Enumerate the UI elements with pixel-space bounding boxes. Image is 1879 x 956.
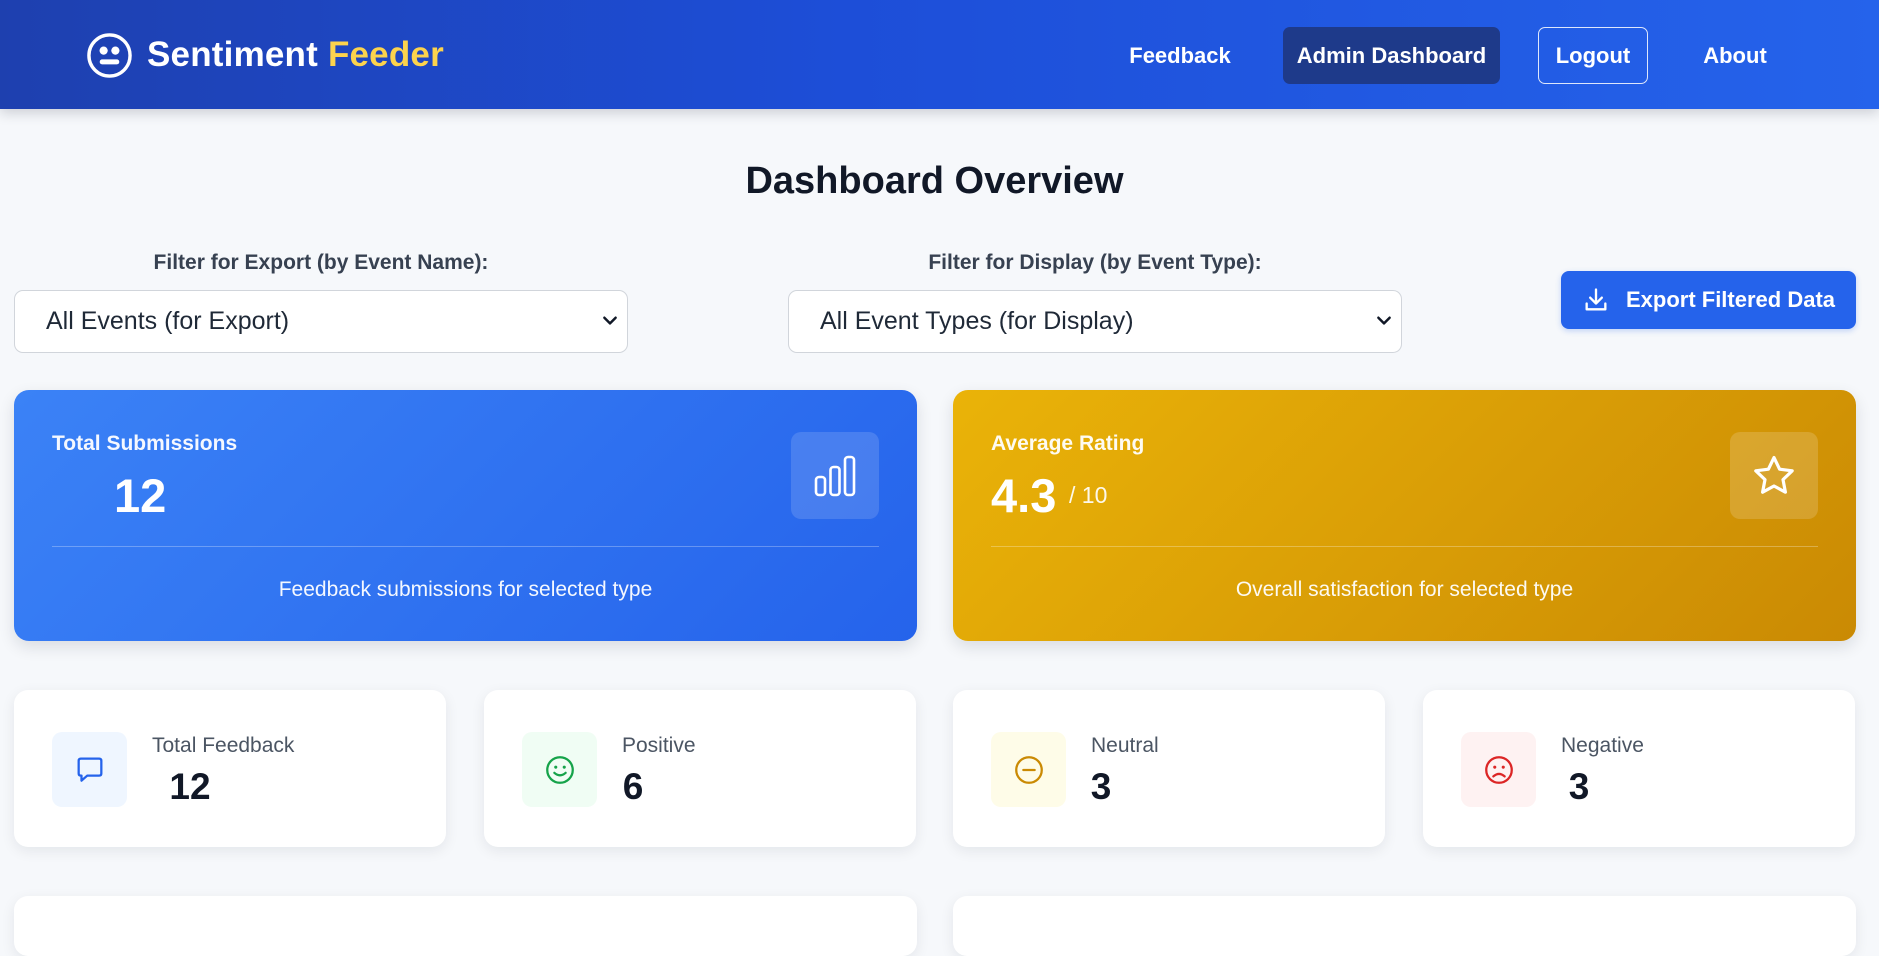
nav-about[interactable]: About: [1690, 27, 1780, 84]
positive-feedback-card: Positive 6: [484, 690, 916, 847]
chart-panel-right: [953, 896, 1856, 956]
smile-icon: [545, 755, 574, 784]
stat-label: Negative: [1561, 734, 1644, 757]
brand-name-accent: Feeder: [327, 35, 444, 74]
card-label: Total Submissions: [52, 432, 238, 455]
card-icon-box: [1730, 432, 1818, 519]
total-feedback-card: Total Feedback 12: [14, 690, 446, 847]
stat-value: 3: [1568, 766, 1590, 807]
stat-value: 6: [622, 766, 644, 807]
average-rating-card: Average Rating 4.3 / 10 Overall satisfac…: [953, 390, 1856, 641]
display-filter-value: All Event Types (for Display): [820, 307, 1134, 335]
chevron-down-icon: [603, 316, 617, 325]
bar-chart-icon: [814, 455, 856, 496]
card-label: Average Rating: [991, 432, 1145, 455]
card-value: 4.3: [991, 469, 1057, 522]
star-icon: [1754, 455, 1794, 494]
export-filtered-data-button[interactable]: Export Filtered Data: [1561, 271, 1856, 329]
frown-icon: [1484, 755, 1513, 784]
stat-label: Positive: [622, 734, 696, 757]
card-divider: [52, 546, 879, 547]
card-value: 12: [114, 469, 167, 522]
brand-name: Sentiment Feeder: [147, 35, 444, 75]
robot-face-icon: [87, 32, 132, 78]
card-value-suffix: / 10: [1069, 482, 1108, 508]
display-filter-label: Filter for Display (by Event Type):: [928, 251, 1262, 274]
stat-value: 3: [1090, 766, 1112, 807]
nav-logout-button[interactable]: Logout: [1538, 27, 1648, 84]
top-navbar: Sentiment Feeder Feedback Admin Dashboar…: [0, 0, 1879, 109]
stat-icon-box: [52, 732, 127, 807]
stat-label: Neutral: [1091, 734, 1159, 757]
export-filter-value: All Events (for Export): [46, 307, 290, 335]
nav-feedback[interactable]: Feedback: [1120, 27, 1240, 84]
chevron-down-icon: [1377, 316, 1391, 325]
nav-admin-dashboard[interactable]: Admin Dashboard: [1283, 27, 1500, 84]
card-caption: Overall satisfaction for selected type: [1235, 578, 1574, 601]
brand-logo[interactable]: Sentiment Feeder: [86, 31, 444, 79]
card-icon-box: [791, 432, 879, 519]
page-title: Dashboard Overview: [745, 160, 1124, 202]
chat-bubble-icon: [77, 757, 102, 782]
chart-panel-left: [14, 896, 917, 956]
total-submissions-card: Total Submissions 12 Feedback submission…: [14, 390, 917, 641]
negative-feedback-card: Negative 3: [1423, 690, 1855, 847]
export-button-label: Export Filtered Data: [1625, 287, 1836, 312]
display-filter-select[interactable]: All Event Types (for Display): [788, 290, 1402, 353]
neutral-feedback-card: Neutral 3: [953, 690, 1385, 847]
export-filter-label: Filter for Export (by Event Name):: [153, 251, 489, 274]
stat-label: Total Feedback: [152, 734, 295, 757]
card-divider: [991, 546, 1818, 547]
brand-name-primary: Sentiment: [147, 35, 318, 74]
download-icon: [1585, 288, 1607, 311]
export-filter-select[interactable]: All Events (for Export): [14, 290, 628, 353]
stat-value: 12: [169, 766, 211, 807]
card-caption: Feedback submissions for selected type: [278, 578, 653, 601]
